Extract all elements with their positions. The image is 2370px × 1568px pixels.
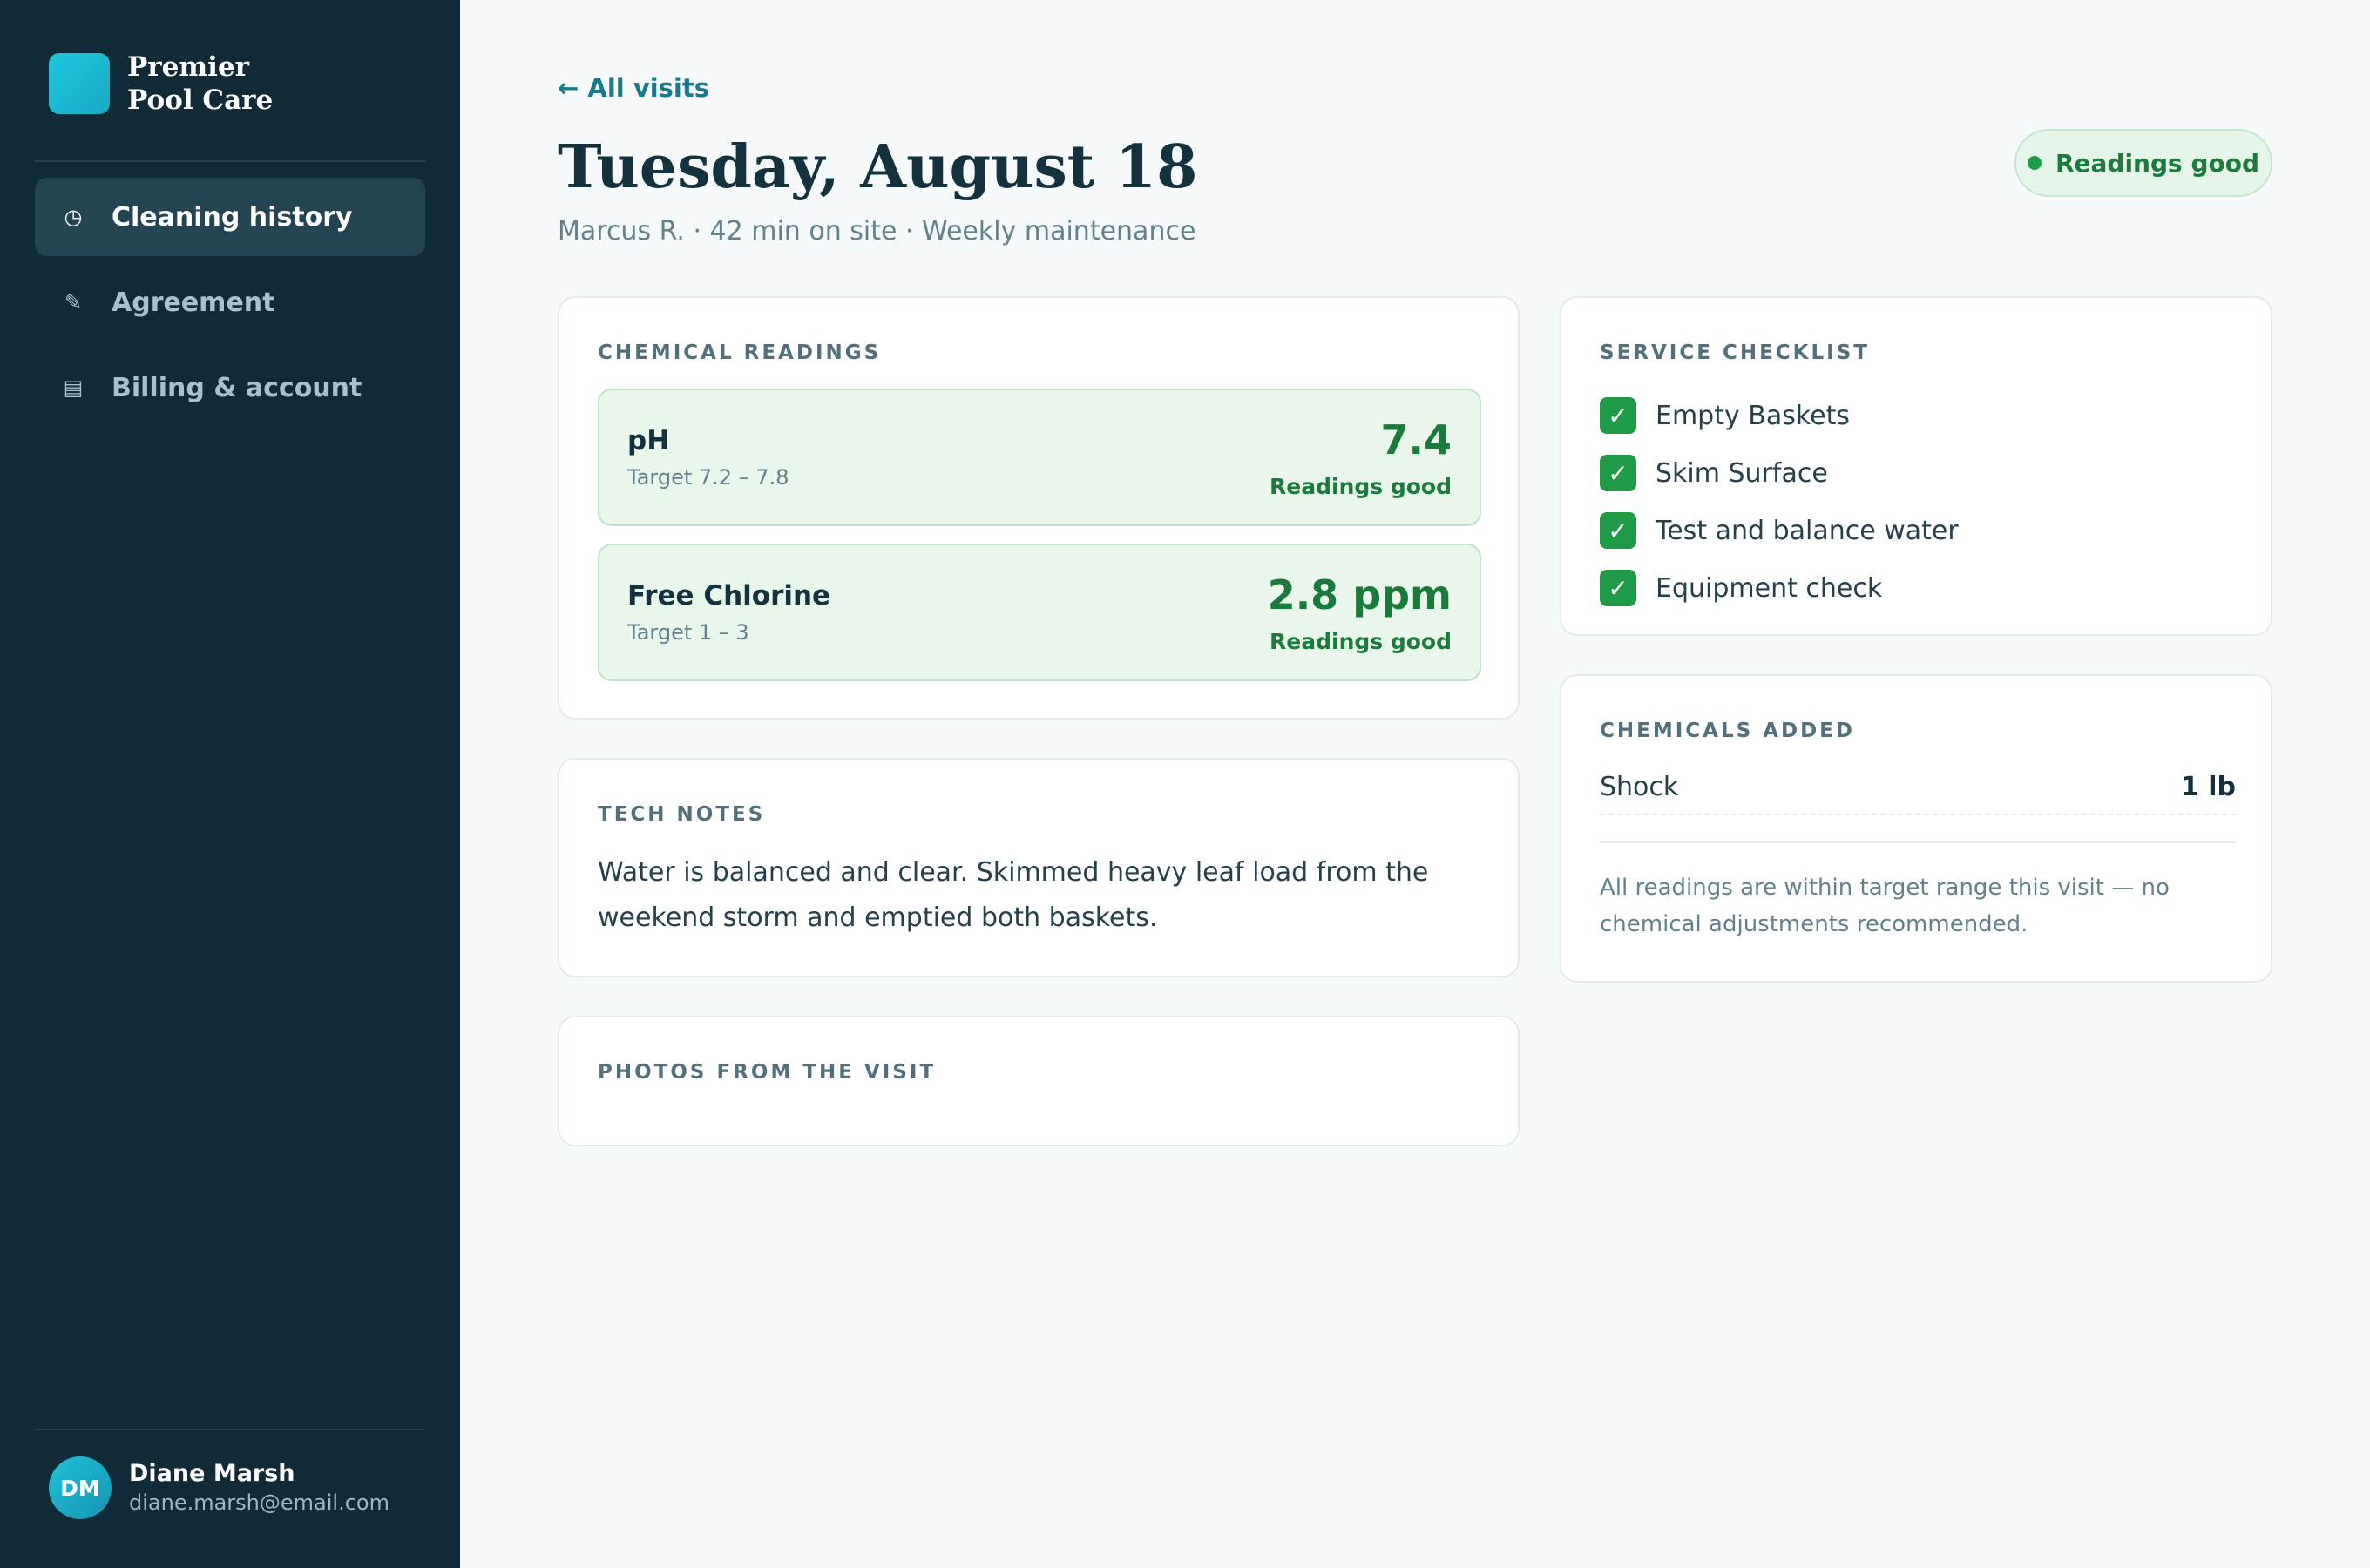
reading-name: pH — [627, 425, 670, 456]
sidebar-item-billing[interactable]: ▤ Billing & account — [35, 348, 425, 427]
checklist-item-label: Skim Surface — [1656, 457, 1828, 489]
checklist-item: ✓ Empty Baskets — [1600, 387, 1959, 444]
service-checklist-card: Service checklist ✓ Empty Baskets ✓ Skim… — [1560, 296, 2272, 636]
checklist-item-label: Test and balance water — [1656, 515, 1959, 546]
checklist-item: ✓ Test and balance water — [1600, 502, 1959, 559]
reading-ph: pH Target 7.2 – 7.8 7.4 Readings good — [598, 389, 1481, 526]
status-badge: Readings good — [2014, 129, 2272, 197]
reading-target: Target 7.2 – 7.8 — [627, 465, 789, 490]
user-name: Diane Marsh — [129, 1460, 295, 1487]
checklist: ✓ Empty Baskets ✓ Skim Surface ✓ Test an… — [1600, 387, 1959, 617]
user-email: diane.marsh@email.com — [129, 1490, 389, 1515]
reading-value: 2.8 ppm — [1267, 571, 1452, 618]
card-title: Chemical readings — [598, 341, 882, 364]
user-info: Diane Marsh diane.marsh@email.com — [129, 1459, 389, 1517]
status-badge-label: Readings good — [2055, 148, 2260, 178]
tech-notes-card: Tech notes Water is balanced and clear. … — [558, 758, 1520, 977]
checkmark-icon: ✓ — [1600, 570, 1636, 606]
card-title: Tech notes — [598, 803, 766, 826]
brand-name: Premier Pool Care — [127, 51, 274, 116]
reading-status: Readings good — [1270, 474, 1452, 499]
chemical-amount: 1 lb — [2180, 771, 2236, 802]
sidebar-item-label: Billing & account — [112, 372, 362, 403]
reading-value: 7.4 — [1380, 416, 1452, 463]
divider — [1600, 841, 2236, 843]
card-title: Photos from the visit — [598, 1061, 937, 1084]
sidebar-item-label: Agreement — [112, 287, 275, 318]
checkmark-icon: ✓ — [1600, 455, 1636, 491]
brand-logo — [49, 53, 110, 114]
chemicals-note: All readings are within target range thi… — [1600, 875, 2170, 937]
sidebar-nav: ◷ Cleaning history ✎ Agreement ▤ Billing… — [35, 178, 425, 434]
reading-free-chlorine: Free Chlorine Target 1 – 3 2.8 ppm Readi… — [598, 544, 1481, 681]
checklist-item-label: Empty Baskets — [1656, 400, 1851, 431]
card-title: Chemicals added — [1600, 720, 1855, 742]
sidebar: Premier Pool Care ◷ Cleaning history ✎ A… — [0, 0, 460, 1568]
chemical-readings-card: Chemical readings pH Target 7.2 – 7.8 7.… — [558, 296, 1520, 720]
brand[interactable]: Premier Pool Care — [49, 51, 301, 117]
status-dot-icon — [2027, 156, 2042, 170]
reading-status: Readings good — [1270, 629, 1452, 654]
photos-card: Photos from the visit — [558, 1016, 1520, 1146]
sidebar-item-agreement[interactable]: ✎ Agreement — [35, 263, 425, 341]
checklist-item: ✓ Equipment check — [1600, 559, 1959, 617]
reading-name: Free Chlorine — [627, 580, 831, 612]
card-title: Service checklist — [1600, 341, 1870, 364]
chemical-row: Shock 1 lb — [1600, 760, 2236, 815]
checkmark-icon: ✓ — [1600, 397, 1636, 434]
sidebar-item-label: Cleaning history — [112, 201, 353, 233]
pen-icon: ✎ — [64, 290, 83, 314]
avatar: DM — [49, 1456, 112, 1519]
sidebar-item-cleaning-history[interactable]: ◷ Cleaning history — [35, 178, 425, 256]
tech-notes-text: Water is balanced and clear. Skimmed hea… — [598, 857, 1429, 933]
checklist-item-label: Equipment check — [1656, 572, 1883, 604]
checklist-item: ✓ Skim Surface — [1600, 444, 1959, 502]
reading-target: Target 1 – 3 — [627, 620, 749, 645]
checkmark-icon: ✓ — [1600, 512, 1636, 549]
chemicals-added-card: Chemicals added Shock 1 lb All readings … — [1560, 674, 2272, 983]
chemical-name: Shock — [1600, 771, 1679, 802]
visit-meta: Marcus R. · 42 min on site · Weekly main… — [558, 216, 1196, 247]
back-link[interactable]: ← All visits — [558, 73, 709, 103]
sidebar-divider — [35, 1429, 425, 1430]
clock-icon: ◷ — [64, 205, 83, 229]
sidebar-divider — [35, 160, 425, 162]
page-title: Tuesday, August 18 — [558, 132, 1198, 202]
billing-icon: ▤ — [63, 375, 84, 400]
user-profile[interactable]: DM Diane Marsh diane.marsh@email.com — [49, 1456, 389, 1519]
